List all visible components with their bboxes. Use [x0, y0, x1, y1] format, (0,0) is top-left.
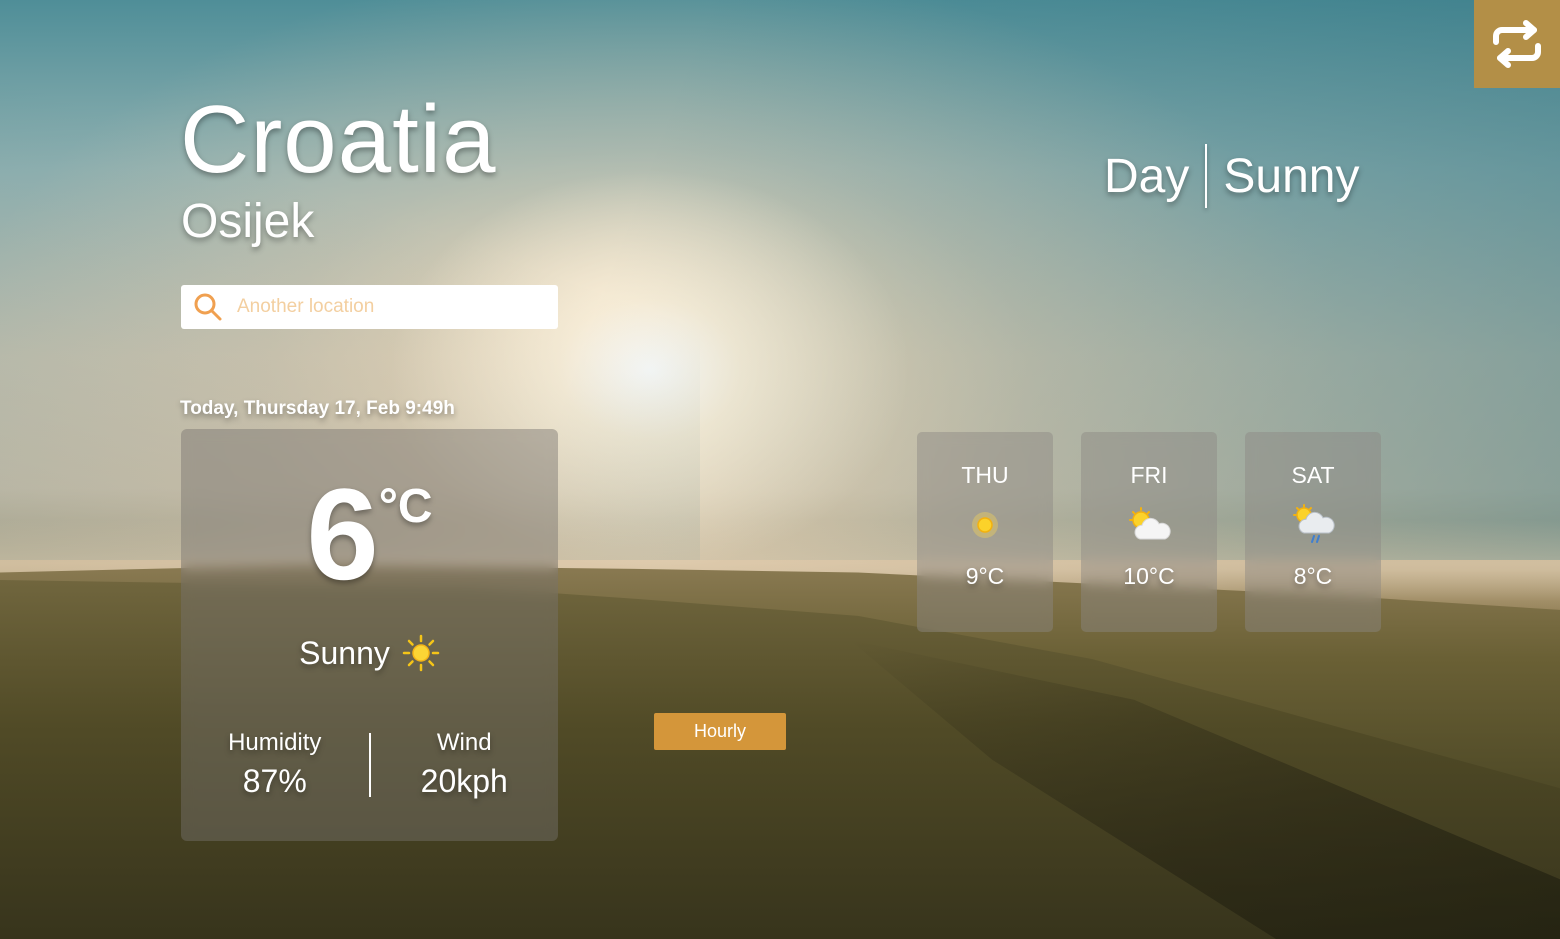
sun-icon: [972, 512, 998, 538]
humidity-value: 87%: [242, 763, 307, 799]
sun-cloud-rain-icon: [1293, 504, 1335, 543]
swap-button[interactable]: [1474, 0, 1560, 88]
search-input[interactable]: [235, 295, 539, 319]
hourly-button[interactable]: Hourly: [654, 713, 786, 750]
current-temperature: 6°C: [181, 469, 558, 599]
forecast-day: SAT: [1291, 462, 1335, 488]
swap-arrows-icon: [1493, 20, 1541, 68]
humidity-label: Humidity: [228, 729, 322, 756]
forecast-icon: [1081, 505, 1217, 545]
forecast-temp: 8°C: [1293, 563, 1333, 589]
wind-value: 20kph: [420, 763, 508, 799]
search-bar[interactable]: [181, 285, 558, 329]
forecast-icon: [917, 505, 1053, 545]
forecast-card-thu: THU 9°C: [917, 432, 1053, 632]
current-condition-label: Sunny: [299, 634, 390, 671]
wind-stat: Wind 20kph: [371, 729, 559, 800]
current-date: Today, Thursday 17, Feb 9:49h: [180, 398, 455, 419]
sun-cloud-icon: [1129, 507, 1171, 540]
forecast-temp: 9°C: [965, 563, 1005, 589]
forecast-day: THU: [961, 462, 1009, 488]
period-divider: [1205, 144, 1208, 208]
city-subtitle: Osijek: [181, 195, 315, 248]
condition-label: Sunny: [1223, 149, 1360, 203]
temperature-value: 6: [306, 461, 379, 607]
time-of-day-label: Day: [1104, 149, 1190, 203]
sun-icon: [402, 634, 440, 672]
wind-label: Wind: [436, 729, 492, 756]
forecast-icon: [1245, 504, 1381, 545]
humidity-stat: Humidity 87%: [181, 729, 369, 800]
current-condition: Sunny: [181, 634, 558, 672]
forecast-temp: 10°C: [1123, 563, 1175, 589]
search-icon: [194, 293, 222, 321]
forecast-card-sat: SAT 8°C: [1245, 432, 1381, 632]
weather-app: Croatia Osijek Day Sunny Today, Thursday…: [0, 0, 1560, 939]
country-title: Croatia: [180, 86, 497, 193]
forecast-day: FRI: [1130, 462, 1168, 488]
period-display: Day Sunny: [1104, 142, 1359, 210]
forecast-card-fri: FRI 10°C: [1081, 432, 1217, 632]
today-card: 6°C Sunny Humidity 87% Wind 20kph: [181, 429, 558, 841]
temperature-unit: °C: [378, 480, 433, 533]
weather-stats: Humidity 87% Wind 20kph: [181, 729, 558, 800]
